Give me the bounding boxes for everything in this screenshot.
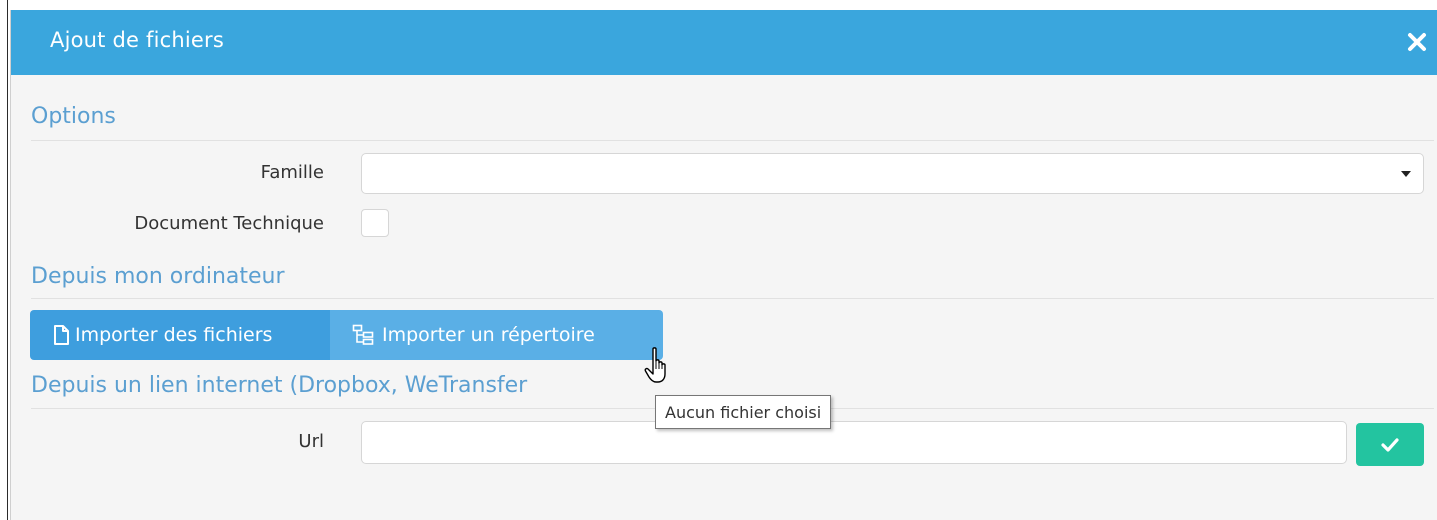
import-directory-label: Importer un répertoire (382, 324, 595, 346)
confirm-url-button[interactable] (1356, 423, 1424, 466)
famille-label: Famille (260, 162, 324, 183)
dialog-header: Ajout de fichiers (11, 10, 1437, 75)
dialog-title: Ajout de fichiers (50, 28, 225, 52)
tooltip: Aucun fichier choisi (655, 395, 832, 429)
section-title-computer: Depuis mon ordinateur (31, 264, 285, 289)
add-files-dialog: Ajout de fichiers Options Famille Docume… (10, 10, 1437, 520)
url-label: Url (298, 431, 324, 452)
check-icon (1381, 437, 1399, 452)
hand-cursor-icon (644, 346, 674, 390)
section-divider (31, 140, 1434, 141)
section-title-internet: Depuis un lien internet (Dropbox, WeTran… (31, 373, 528, 398)
import-files-label: Importer des fichiers (75, 324, 273, 346)
document-technique-label: Document Technique (134, 213, 324, 234)
file-icon (53, 325, 69, 345)
document-technique-checkbox[interactable] (361, 209, 389, 237)
import-files-button[interactable]: Importer des fichiers (30, 310, 330, 360)
tooltip-text: Aucun fichier choisi (665, 402, 822, 422)
section-title-options: Options (31, 104, 116, 129)
import-directory-button[interactable]: Importer un répertoire (330, 310, 663, 360)
folder-tree-icon (352, 324, 374, 346)
import-button-group: Importer des fichiers Importer un répert… (30, 310, 663, 360)
url-input[interactable] (361, 421, 1347, 464)
famille-select[interactable] (361, 153, 1424, 194)
caret-down-icon (1401, 171, 1411, 177)
close-icon (1408, 33, 1426, 51)
window-edge (0, 0, 9, 520)
section-divider (31, 298, 1434, 299)
close-button[interactable] (1402, 24, 1432, 60)
